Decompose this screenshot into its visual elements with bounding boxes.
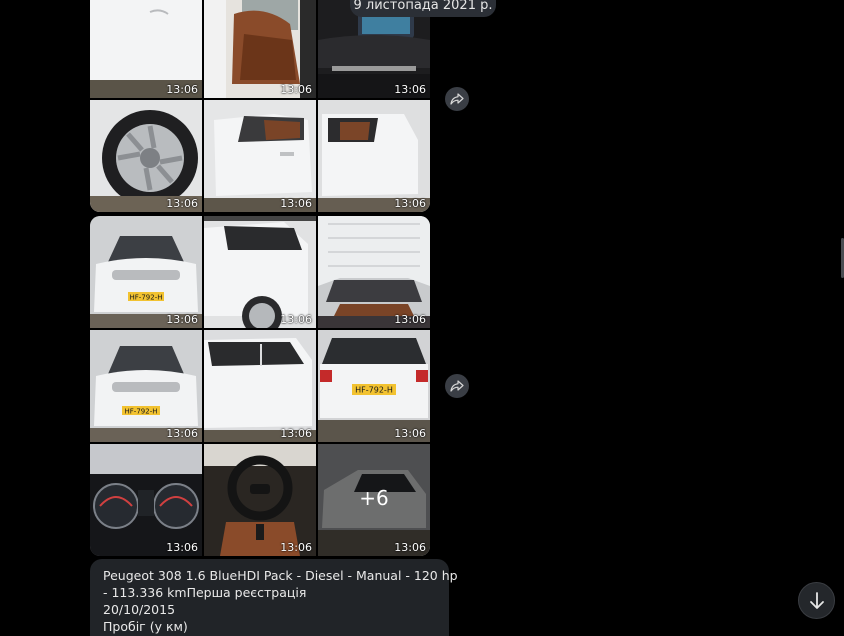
photo-time: 13:06 [166,427,198,440]
photo-time: 13:06 [394,427,426,440]
caption-line: Пробіг (у км) [103,619,188,634]
photo-thumbnail[interactable]: HF-792-H 13:06 [318,330,430,442]
license-plate: HF-792-H [125,408,158,416]
share-button[interactable] [445,87,469,111]
photo-thumbnail[interactable]: 13:06 [318,100,430,212]
license-plate: HF-792-H [130,294,163,302]
photo-time: 13:06 [166,313,198,326]
photo-time: 13:06 [394,83,426,96]
photo-time: 13:06 [166,83,198,96]
photo-thumbnail[interactable]: 13:06 [204,330,316,442]
photo-time: 13:06 [280,313,312,326]
photo-time: 13:06 [280,83,312,96]
photo-thumbnail[interactable]: 13:06 [204,216,316,328]
more-photos-count: +6 [359,486,389,510]
photo-thumbnail[interactable]: 13:06 [204,100,316,212]
photo-thumbnail[interactable]: 13:06 [318,216,430,328]
photo-thumbnail[interactable]: 13:06 [90,444,202,556]
photo-thumbnail[interactable]: 13:06 [204,444,316,556]
license-plate: HF-792-H [355,386,393,395]
photo-thumbnail[interactable]: 13:06 [90,100,202,212]
photo-time: 13:06 [394,197,426,210]
photo-time: 13:06 [280,541,312,554]
more-photos-thumbnail[interactable]: +6 13:06 [318,444,430,556]
scroll-to-bottom-button[interactable] [798,582,835,619]
share-arrow-icon [450,380,464,392]
share-arrow-icon [450,93,464,105]
caption-line: - 113.336 kmПерша реєстрація [103,585,307,600]
photo-time: 13:06 [280,427,312,440]
photo-time: 13:06 [166,197,198,210]
photo-thumbnail[interactable]: HF-792-H 13:06 [90,216,202,328]
message-caption: Peugeot 308 1.6 BlueHDI Pack - Diesel - … [90,559,458,636]
photo-thumbnail[interactable]: 13:06 [204,0,316,98]
caption-line: 20/10/2015 [103,602,176,617]
photo-time: 13:06 [280,197,312,210]
photo-album: 13:06 13:06 13:06 13:06 13:06 13:06 [90,0,430,212]
chat-area: 9 листопада 2021 р. 13:06 13:06 13:06 13… [0,0,844,636]
photo-thumbnail[interactable]: HF-792-H 13:06 [90,330,202,442]
share-button[interactable] [445,374,469,398]
photo-time: 13:06 [166,541,198,554]
photo-thumbnail[interactable]: 13:06 [90,0,202,98]
caption-line: Peugeot 308 1.6 BlueHDI Pack - Diesel - … [103,568,458,583]
photo-time: 13:06 [394,313,426,326]
arrow-down-icon [809,591,824,609]
photo-album: HF-792-H 13:06 13:06 13:06 HF-792-H 13:0… [90,216,430,556]
date-separator: 9 листопада 2021 р. [350,0,496,17]
photo-time: 13:06 [394,541,426,554]
